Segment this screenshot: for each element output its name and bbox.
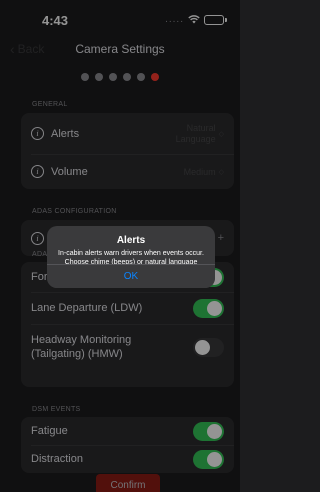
alert-ok-button[interactable]: OK	[47, 264, 215, 288]
alert-title: Alerts	[116, 235, 146, 246]
